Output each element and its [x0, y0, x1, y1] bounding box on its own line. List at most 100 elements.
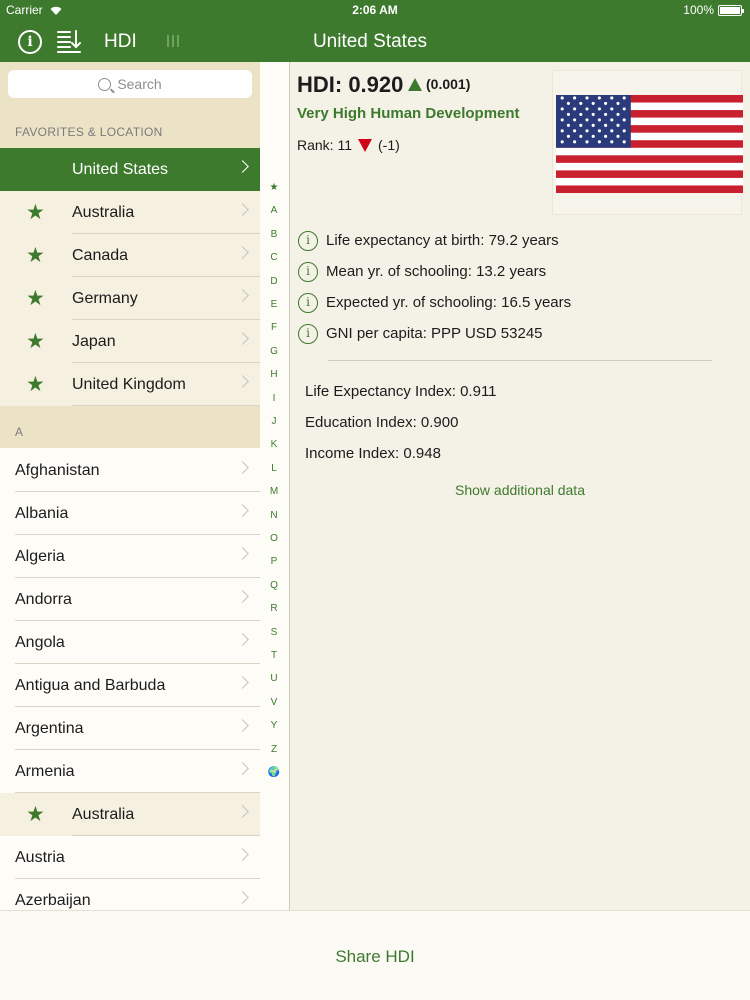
chevron-right-icon — [236, 332, 249, 345]
battery-percent: 100% — [683, 3, 714, 17]
index-letter[interactable]: K — [260, 439, 288, 450]
info-icon[interactable]: i — [18, 30, 42, 54]
chevron-right-icon — [236, 719, 249, 732]
list-item[interactable]: Austria — [0, 836, 260, 879]
list-item[interactable]: Armenia — [0, 750, 260, 793]
info-circle-icon[interactable]: i — [298, 292, 318, 313]
index-letter[interactable]: I — [260, 393, 288, 404]
index-letter[interactable]: Y — [260, 720, 288, 731]
list-item[interactable]: Andorra — [0, 578, 260, 621]
list-item[interactable]: ★ Canada — [0, 234, 260, 277]
index-letter[interactable]: H — [260, 369, 288, 380]
list-item[interactable]: Angola — [0, 621, 260, 664]
search-bar: Search — [0, 62, 260, 106]
index-letter[interactable]: R — [260, 603, 288, 614]
index-letter[interactable]: M — [260, 486, 288, 497]
top-bar: Carrier 2:06 AM 100% i HDI United States — [0, 0, 750, 62]
index-letter[interactable]: E — [260, 299, 288, 310]
list-item-label: Antigua and Barbuda — [15, 677, 166, 694]
facts-list: i Life expectancy at birth: 79.2 years i Me… — [298, 225, 738, 349]
index-letter[interactable]: ★ — [260, 182, 288, 193]
index-letter[interactable]: A — [260, 205, 288, 216]
list-item[interactable]: ★ Japan — [0, 320, 260, 363]
hdi-sort-button[interactable]: HDI — [104, 31, 137, 53]
list-item-label: Australia — [72, 806, 135, 823]
flag-usa-icon — [556, 95, 743, 193]
index-letter[interactable]: S — [260, 627, 288, 638]
chevron-right-icon — [236, 633, 249, 646]
chevron-right-icon — [236, 805, 249, 818]
index-letter[interactable]: Q — [260, 580, 288, 591]
hdi-value: HDI: 0.920 — [297, 72, 404, 97]
index-letter[interactable]: D — [260, 276, 288, 287]
list-item-label: Armenia — [15, 763, 75, 780]
index-letter[interactable]: L — [260, 463, 288, 474]
flag-frame — [552, 70, 743, 215]
share-hdi-button[interactable]: Share HDI — [0, 947, 750, 967]
index-letter[interactable]: J — [260, 416, 288, 427]
bottom-toolbar: Share HDI — [0, 910, 750, 1000]
list-item[interactable]: ★ Germany — [0, 277, 260, 320]
index-letter[interactable]: P — [260, 556, 288, 567]
info-circle-icon[interactable]: i — [298, 261, 318, 282]
section-header-label: FAVORITES & LOCATION — [15, 125, 163, 139]
rank-change: (-1) — [378, 137, 400, 153]
index-letter[interactable]: F — [260, 322, 288, 333]
index-letter[interactable]: G — [260, 346, 288, 357]
star-icon: ★ — [26, 330, 45, 353]
list-item[interactable]: Antigua and Barbuda — [0, 664, 260, 707]
list-item-label: Albania — [15, 505, 69, 522]
list-item[interactable]: United States — [0, 148, 260, 191]
index-value: Education Index: 0.900 — [305, 414, 459, 431]
chevron-right-icon — [236, 676, 249, 689]
chevron-right-icon — [236, 547, 249, 560]
list-item[interactable]: Afghanistan — [0, 449, 260, 492]
fact-row: i Life expectancy at birth: 79.2 years — [298, 225, 738, 256]
index-letter[interactable]: 🌍 — [260, 767, 288, 778]
list-item-label: Andorra — [15, 591, 72, 608]
index-letter[interactable]: B — [260, 229, 288, 240]
divider — [328, 360, 712, 361]
hdi-change-value: (0.001) — [426, 76, 471, 92]
list-item-label: United States — [72, 161, 169, 178]
triangle-up-icon — [408, 77, 422, 91]
index-letter[interactable]: V — [260, 697, 288, 708]
index-letter[interactable]: U — [260, 673, 288, 684]
battery-indicator: 100% — [683, 3, 744, 17]
rank: Rank: 11 (-1) — [297, 137, 400, 153]
show-additional-data-link[interactable]: Show additional data — [290, 482, 750, 498]
fact-text: Expected yr. of schooling: 16.5 years — [326, 294, 572, 311]
fact-text: Life expectancy at birth: 79.2 years — [326, 232, 559, 249]
nav-title: United States — [312, 31, 428, 52]
info-circle-icon[interactable]: i — [298, 230, 318, 251]
list-item[interactable]: Albania — [0, 492, 260, 535]
list-item[interactable]: Azerbaijan — [0, 879, 260, 910]
star-icon: ★ — [26, 244, 45, 267]
search-input[interactable]: Search — [8, 70, 252, 98]
index-letter[interactable]: N — [260, 510, 288, 521]
status-time: 2:06 AM — [352, 3, 398, 17]
info-circle-icon[interactable]: i — [298, 323, 318, 344]
list-item-label: Canada — [72, 247, 129, 264]
index-value: Life Expectancy Index: 0.911 — [305, 383, 497, 400]
list-item-label: Australia — [72, 204, 135, 221]
chevron-right-icon — [236, 762, 249, 775]
search-placeholder: Search — [117, 76, 162, 92]
chevron-right-icon — [236, 375, 249, 388]
list-item[interactable]: Argentina — [0, 707, 260, 750]
chevron-right-icon — [236, 289, 249, 302]
section-index[interactable]: ★ A B C D E F G H I J K L M N O P Q R S T U V Y Z 🌍 — [260, 182, 288, 862]
index-letter[interactable]: C — [260, 252, 288, 263]
list-item[interactable]: ★ Australia — [0, 191, 260, 234]
rank-value: Rank: 11 — [297, 137, 352, 153]
list-item[interactable]: Algeria — [0, 535, 260, 578]
index-letter[interactable]: T — [260, 650, 288, 661]
list-item-label: Austria — [15, 849, 65, 866]
columns-icon[interactable] — [166, 34, 180, 48]
star-icon: ★ — [26, 373, 45, 396]
sort-icon[interactable] — [56, 28, 82, 54]
list-item[interactable]: ★ Australia — [0, 793, 260, 836]
list-item[interactable]: ★ United Kingdom — [0, 363, 260, 406]
index-letter[interactable]: Z — [260, 744, 288, 755]
index-letter[interactable]: O — [260, 533, 288, 544]
